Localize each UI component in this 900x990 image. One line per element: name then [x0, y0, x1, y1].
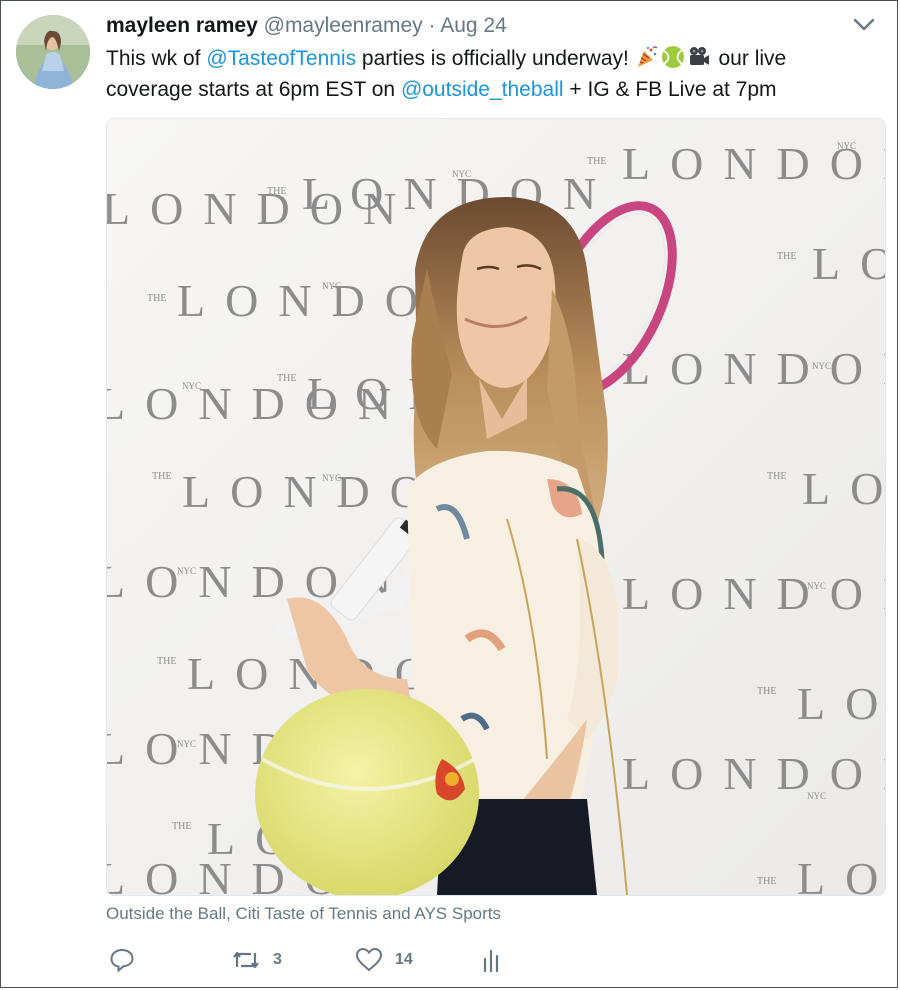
svg-text:THE: THE	[767, 471, 786, 482]
tweet-card[interactable]: mayleen ramey @mayleenramey · Aug 24 Thi…	[0, 0, 898, 988]
retweet-icon	[233, 951, 259, 969]
svg-text:THE: THE	[757, 876, 776, 887]
tweet-text-part1: This wk of	[106, 47, 207, 70]
backdrop-logo: LONDON NYC	[622, 568, 885, 619]
svg-text:LONDON: LONDON	[622, 568, 885, 619]
party-popper-icon	[635, 45, 659, 69]
tweet-text-part2: parties is officially underway!	[356, 47, 635, 70]
analytics-icon	[483, 949, 499, 973]
svg-text:NYC: NYC	[812, 361, 831, 371]
svg-text:NYC: NYC	[182, 381, 201, 391]
svg-text:THE: THE	[757, 686, 776, 697]
giant-tennis-ball	[255, 689, 479, 895]
author-name[interactable]: mayleen ramey	[106, 14, 258, 37]
tweet-date[interactable]: Aug 24	[440, 14, 507, 37]
backdrop-logo: LONDON NYC	[107, 378, 411, 429]
like-button[interactable]: 14	[355, 947, 413, 973]
svg-text:NYC: NYC	[322, 281, 341, 291]
tweet-text: This wk of @TasteofTennis parties is off…	[106, 43, 866, 105]
backdrop-logo: LONDON	[107, 183, 416, 234]
svg-text:LONDON: LONDON	[622, 343, 885, 394]
svg-text:NYC: NYC	[807, 791, 826, 801]
tweet-header: mayleen ramey @mayleenramey · Aug 24	[106, 13, 507, 39]
tweet-actions: 3 14	[109, 947, 609, 977]
svg-text:NYC: NYC	[452, 169, 471, 179]
heart-icon	[355, 947, 383, 972]
retweet-count: 3	[273, 951, 282, 968]
tweet-text-part4: + IG & FB Live at 7pm	[563, 78, 777, 101]
svg-text:THE: THE	[147, 293, 166, 304]
retweet-button[interactable]: 3	[231, 947, 282, 973]
media-caption[interactable]: Outside the Ball, Citi Taste of Tennis a…	[106, 904, 501, 924]
author-handle[interactable]: @mayleenramey	[264, 14, 423, 37]
like-count: 14	[395, 951, 413, 968]
avatar[interactable]	[16, 15, 90, 89]
analytics-button[interactable]	[481, 947, 501, 973]
svg-text:NYC: NYC	[322, 473, 341, 483]
svg-text:NYC: NYC	[177, 739, 196, 749]
backdrop-logo: LONDON NYC	[622, 748, 885, 801]
svg-text:LONDON: LONDON	[107, 378, 411, 429]
svg-text:THE: THE	[152, 471, 171, 482]
svg-text:THE: THE	[777, 251, 796, 262]
svg-text:NYC: NYC	[177, 566, 196, 576]
svg-text:LONDON: LONDON	[812, 238, 885, 289]
separator-dot: ·	[428, 14, 436, 37]
backdrop-logo: THE LONDON NYC	[587, 138, 885, 189]
svg-text:LONDON: LONDON	[622, 748, 885, 799]
backdrop-logo: LONDON NYC	[622, 343, 885, 394]
svg-text:LONDON: LONDON	[107, 183, 416, 234]
svg-text:THE: THE	[587, 156, 606, 167]
svg-text:NYC: NYC	[837, 141, 856, 151]
tennis-ball-icon	[661, 45, 685, 69]
photo-scene: THE LONDON NYC THE LONDON NYC LONDON THE…	[107, 119, 885, 895]
svg-text:NYC: NYC	[807, 581, 826, 591]
svg-text:THE: THE	[172, 821, 191, 832]
svg-text:LONDON: LONDON	[797, 678, 885, 729]
mention-outside-theball[interactable]: @outside_theball	[401, 78, 564, 101]
mention-tasteoftennis[interactable]: @TasteofTennis	[206, 47, 356, 70]
chevron-down-icon[interactable]	[851, 15, 877, 35]
reply-icon	[110, 948, 134, 973]
svg-text:LONDON: LONDON	[802, 463, 885, 514]
movie-camera-icon	[687, 45, 711, 69]
reply-button[interactable]	[109, 947, 147, 973]
tweet-photo[interactable]: THE LONDON NYC THE LONDON NYC LONDON THE…	[106, 118, 886, 896]
svg-text:LONDON: LONDON	[797, 853, 885, 895]
svg-text:THE: THE	[157, 656, 176, 667]
